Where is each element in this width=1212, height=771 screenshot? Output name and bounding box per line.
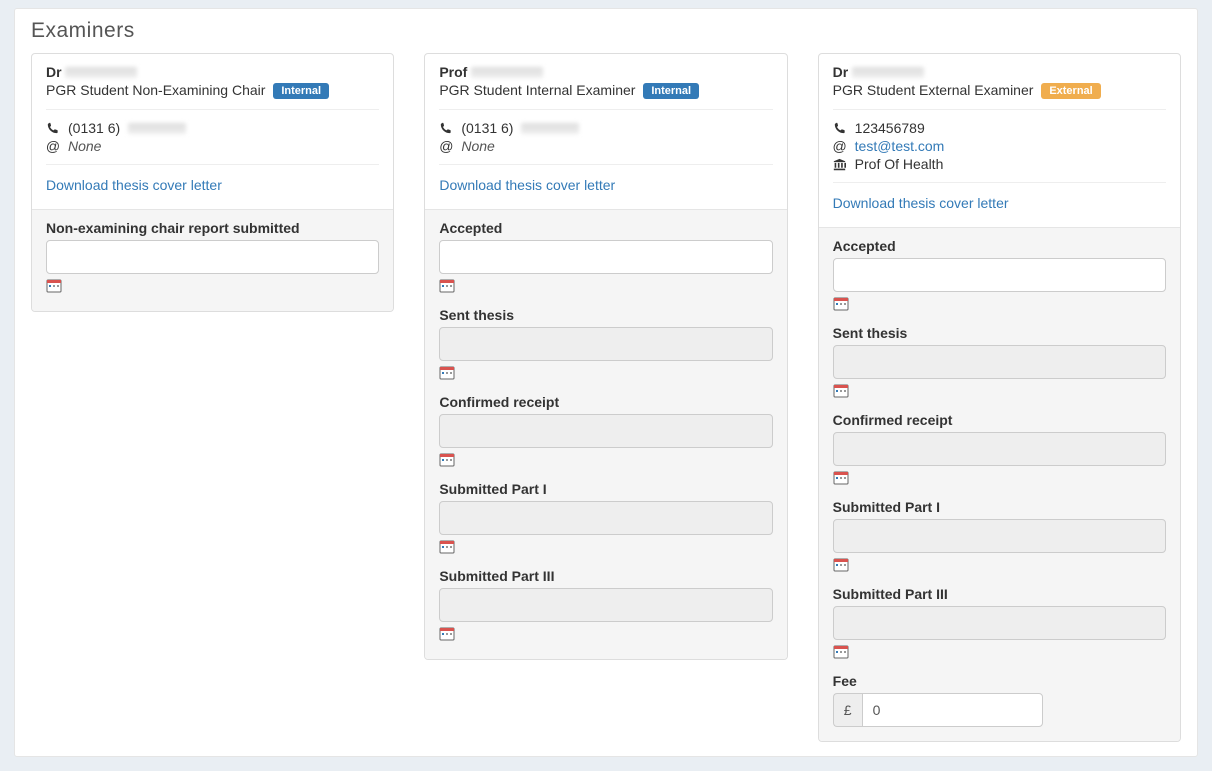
calendar-icon[interactable]: [439, 539, 455, 555]
calendar-icon[interactable]: [833, 644, 849, 660]
section-title: Examiners: [31, 19, 1181, 43]
download-cover-letter-link[interactable]: Download thesis cover letter: [439, 177, 615, 193]
field-label: Submitted Part I: [833, 499, 1166, 515]
phone-icon: [833, 122, 847, 134]
field-label: Sent thesis: [833, 325, 1166, 341]
date-input[interactable]: [833, 606, 1166, 640]
redacted-name: [65, 67, 137, 78]
institution-value: Prof Of Health: [855, 156, 944, 172]
calendar-icon[interactable]: [439, 626, 455, 642]
date-input[interactable]: [439, 240, 772, 274]
field-label: Confirmed receipt: [439, 394, 772, 410]
phone-value: (0131 6): [461, 120, 513, 136]
phone-icon: [46, 122, 60, 134]
field-label: Fee: [833, 673, 1166, 689]
date-input[interactable]: [439, 501, 772, 535]
person-title: Prof: [439, 64, 467, 80]
phone-icon: [439, 122, 453, 134]
redacted-name: [471, 67, 543, 78]
field-label: Sent thesis: [439, 307, 772, 323]
redacted-phone: [128, 123, 186, 134]
role-label: PGR Student Non-Examining Chair: [46, 82, 265, 98]
calendar-icon[interactable]: [833, 557, 849, 573]
download-cover-letter-link[interactable]: Download thesis cover letter: [46, 177, 222, 193]
field-label: Submitted Part III: [833, 586, 1166, 602]
examiner-card: Dr PGR Student External Examiner Externa…: [818, 53, 1181, 742]
person-title: Dr: [46, 64, 62, 80]
examiner-card: Dr PGR Student Non-Examining Chair Inter…: [31, 53, 394, 312]
field-label: Submitted Part III: [439, 568, 772, 584]
field-label: Non-examining chair report submitted: [46, 220, 379, 236]
phone-value: 123456789: [855, 120, 925, 136]
redacted-phone: [521, 123, 579, 134]
email-value: None: [461, 138, 494, 154]
field-label: Confirmed receipt: [833, 412, 1166, 428]
redacted-name: [852, 67, 924, 78]
calendar-icon[interactable]: [46, 278, 62, 294]
phone-value: (0131 6): [68, 120, 120, 136]
date-input[interactable]: [46, 240, 379, 274]
date-input[interactable]: [439, 588, 772, 622]
status-badge: External: [1041, 83, 1100, 99]
calendar-icon[interactable]: [833, 470, 849, 486]
calendar-icon[interactable]: [439, 452, 455, 468]
role-label: PGR Student External Examiner: [833, 82, 1034, 98]
date-input[interactable]: [833, 432, 1166, 466]
currency-symbol: £: [833, 693, 862, 727]
at-icon: @: [46, 138, 60, 154]
at-icon: @: [439, 138, 453, 154]
date-input[interactable]: [833, 345, 1166, 379]
examiner-form: Accepted Sent thesis Confirmed receipt: [425, 209, 786, 659]
status-badge: Internal: [643, 83, 699, 99]
examiners-row: Dr PGR Student Non-Examining Chair Inter…: [31, 53, 1181, 742]
fee-input-group: £: [833, 693, 1043, 727]
person-title: Dr: [833, 64, 849, 80]
status-badge: Internal: [273, 83, 329, 99]
role-label: PGR Student Internal Examiner: [439, 82, 635, 98]
calendar-icon[interactable]: [833, 296, 849, 312]
calendar-icon[interactable]: [833, 383, 849, 399]
fee-input[interactable]: [862, 693, 1043, 727]
email-link[interactable]: test@test.com: [855, 138, 945, 154]
field-label: Accepted: [833, 238, 1166, 254]
date-input[interactable]: [439, 327, 772, 361]
calendar-icon[interactable]: [439, 365, 455, 381]
at-icon: @: [833, 138, 847, 154]
download-cover-letter-link[interactable]: Download thesis cover letter: [833, 195, 1009, 211]
calendar-icon[interactable]: [439, 278, 455, 294]
institution-icon: [833, 158, 847, 171]
date-input[interactable]: [833, 258, 1166, 292]
email-value: None: [68, 138, 101, 154]
examiner-form: Non-examining chair report submitted: [32, 209, 393, 311]
field-label: Submitted Part I: [439, 481, 772, 497]
date-input[interactable]: [439, 414, 772, 448]
date-input[interactable]: [833, 519, 1166, 553]
field-label: Accepted: [439, 220, 772, 236]
examiner-form: Accepted Sent thesis Confirmed receipt: [819, 227, 1180, 741]
examiner-card: Prof PGR Student Internal Examiner Inter…: [424, 53, 787, 660]
